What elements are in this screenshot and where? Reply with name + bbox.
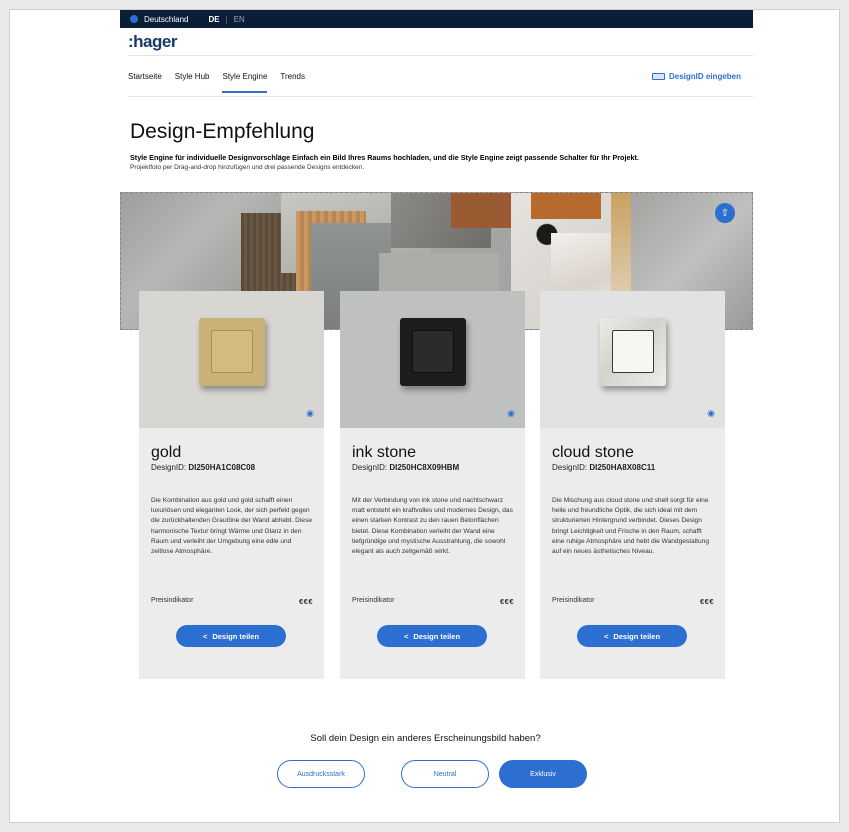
switch-frame bbox=[198, 318, 265, 386]
style-question: Soll dein Design ein anderes Erscheinung… bbox=[310, 733, 541, 744]
page-title: Design-Empfehlung bbox=[130, 120, 315, 143]
upload-icon[interactable]: ⇧ bbox=[715, 203, 735, 223]
switch-frame bbox=[399, 318, 466, 386]
share-design-button[interactable]: < Design teilen bbox=[377, 625, 487, 647]
hager-logo[interactable]: :hager bbox=[128, 32, 177, 52]
design-card-cloud-stone: ◉ cloud stone DesignID: DI250HA8X08C11 D… bbox=[540, 291, 725, 679]
switch-rocker bbox=[611, 330, 654, 373]
share-icon: < bbox=[202, 631, 208, 641]
nav-item-trends[interactable]: Trends bbox=[280, 72, 305, 93]
page-frame: Deutschland DE | EN :hager Startseite St… bbox=[9, 9, 840, 823]
design-id: DesignID: DI250HC8X09HBM bbox=[352, 463, 460, 472]
price-label: Preisindikator bbox=[552, 597, 595, 604]
language-separator: | bbox=[225, 14, 228, 24]
nav-item-style-engine[interactable]: Style Engine bbox=[222, 72, 268, 93]
language-en[interactable]: EN bbox=[234, 15, 245, 24]
price-label: Preisindikator bbox=[151, 597, 194, 604]
design-description: Die Kombination aus gold und gold schaff… bbox=[151, 497, 313, 556]
design-card-ink-stone: ◉ ink stone DesignID: DI250HC8X09HBM Mit… bbox=[340, 291, 525, 679]
share-icon: < bbox=[403, 631, 409, 641]
switch-image[interactable]: ◉ bbox=[540, 291, 725, 428]
share-design-button[interactable]: < Design teilen bbox=[176, 625, 286, 647]
share-label: Design teilen bbox=[613, 631, 661, 641]
share-label: Design teilen bbox=[413, 631, 461, 641]
designid-label: DesignID eingeben bbox=[668, 72, 741, 81]
page-subtitle: Style Engine für individuelle Designvors… bbox=[130, 153, 639, 162]
upload-hint: Projektfoto per Drag-and-drop hinzufügen… bbox=[130, 164, 365, 171]
divider bbox=[128, 96, 753, 97]
design-description: Mit der Verbindung von ink stone und nac… bbox=[352, 497, 513, 556]
eye-icon[interactable]: ◉ bbox=[707, 408, 715, 419]
nav-item-startseite[interactable]: Startseite bbox=[128, 72, 162, 93]
design-description: Die Mischung aus cloud stone und shell s… bbox=[552, 497, 710, 556]
design-card-gold: ◉ gold DesignID: DI250HA1C08C08 Die Komb… bbox=[139, 291, 324, 679]
divider bbox=[128, 55, 753, 56]
designid-button[interactable]: DesignID eingeben bbox=[651, 72, 741, 81]
price-label: Preisindikator bbox=[352, 597, 395, 604]
main-nav: Startseite Style Hub Style Engine Trends bbox=[128, 72, 318, 93]
globe-icon bbox=[130, 15, 138, 23]
switch-rocker bbox=[411, 330, 454, 373]
language-de[interactable]: DE bbox=[208, 15, 219, 24]
switch-rocker bbox=[210, 330, 253, 373]
share-label: Design teilen bbox=[212, 631, 260, 641]
design-name: cloud stone bbox=[552, 444, 634, 461]
share-design-button[interactable]: < Design teilen bbox=[577, 625, 687, 647]
wood-orange-texture bbox=[531, 193, 601, 219]
eye-icon[interactable]: ◉ bbox=[306, 408, 314, 419]
eye-icon[interactable]: ◉ bbox=[507, 408, 515, 419]
nav-item-style-hub[interactable]: Style Hub bbox=[175, 72, 210, 93]
design-id: DesignID: DI250HA1C08C08 bbox=[151, 463, 256, 472]
switch-image[interactable]: ◉ bbox=[340, 291, 525, 428]
price-indicator: €€€ bbox=[298, 597, 313, 606]
id-card-icon bbox=[651, 73, 665, 80]
design-name: ink stone bbox=[352, 444, 417, 461]
design-id: DesignID: DI250HA8X08C11 bbox=[552, 463, 656, 472]
top-bar: Deutschland DE | EN bbox=[120, 10, 753, 28]
share-icon: < bbox=[603, 631, 609, 641]
option-ausdrucksstark-button[interactable]: Ausdrucksstark bbox=[277, 760, 365, 788]
option-neutral-button[interactable]: Neutral bbox=[401, 760, 489, 788]
option-exklusiv-button[interactable]: Exklusiv bbox=[499, 760, 587, 788]
price-indicator: €€€ bbox=[699, 597, 714, 606]
switch-frame bbox=[599, 318, 666, 386]
country-selector[interactable]: Deutschland bbox=[144, 15, 188, 24]
design-name: gold bbox=[151, 444, 182, 461]
price-indicator: €€€ bbox=[499, 597, 514, 606]
switch-image[interactable]: ◉ bbox=[139, 291, 324, 428]
